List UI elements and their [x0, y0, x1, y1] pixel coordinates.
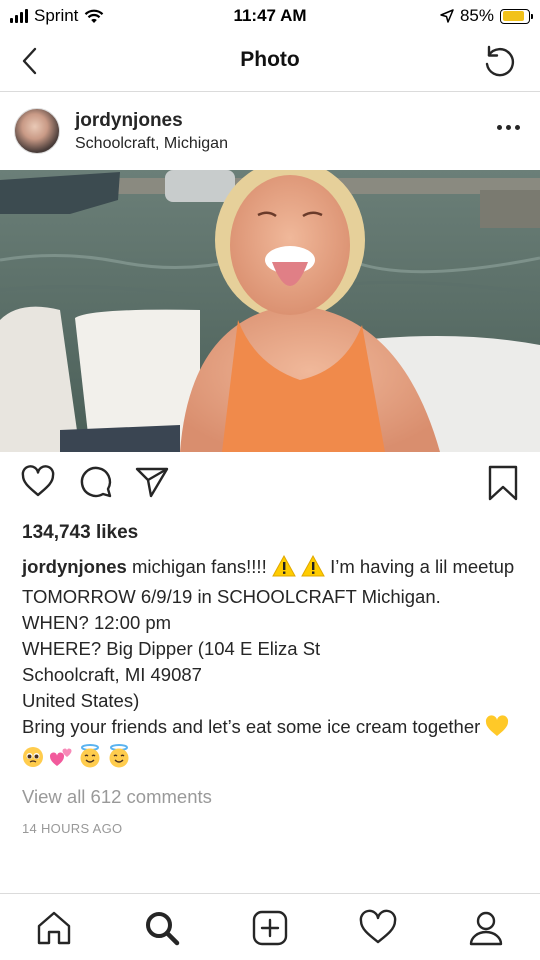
caption-closing: Bring your friends and let’s eat some ic…: [22, 716, 486, 737]
more-options-icon[interactable]: [497, 125, 520, 130]
warning-icon: [271, 554, 296, 584]
heart-icon[interactable]: [20, 464, 56, 500]
nav-bar: Photo: [0, 32, 540, 92]
add-icon[interactable]: [250, 908, 290, 948]
post-username[interactable]: jordynjones: [75, 110, 183, 132]
bookmark-icon[interactable]: [486, 464, 520, 502]
search-icon[interactable]: [142, 908, 182, 948]
caption-username[interactable]: jordynjones: [22, 556, 127, 577]
battery-icon: [500, 8, 533, 24]
status-bar: Sprint 11:47 AM 85%: [0, 0, 540, 32]
like-count[interactable]: 134,743 likes: [22, 522, 138, 544]
view-comments-link[interactable]: View all 612 comments: [22, 786, 212, 808]
two-hearts-icon: [49, 746, 73, 775]
comment-icon[interactable]: [78, 464, 114, 500]
caption-text-1: michigan fans!!!!: [126, 556, 272, 577]
post-caption: jordynjones michigan fans!!!! I’m having…: [22, 554, 522, 775]
warning-icon: [301, 554, 325, 584]
avatar[interactable]: [14, 108, 60, 154]
page-title: Photo: [240, 48, 300, 71]
caption-where: WHERE? Big Dipper (104 E Eliza St: [22, 638, 321, 659]
battery-level: [502, 11, 524, 21]
halo-face-icon: [107, 744, 131, 775]
post-timestamp: 14 HOURS AGO: [22, 821, 123, 836]
caption-when: WHEN? 12:00 pm: [22, 612, 172, 633]
pleading-face-icon: [22, 746, 44, 775]
caption-country: United States): [22, 690, 140, 711]
status-right: 85%: [440, 6, 533, 26]
post-location[interactable]: Schoolcraft, Michigan: [75, 135, 228, 153]
tab-bar: [0, 893, 540, 960]
post-photo[interactable]: [0, 170, 540, 452]
halo-face-icon: [78, 744, 102, 775]
profile-icon[interactable]: [466, 908, 506, 948]
refresh-icon[interactable]: [480, 42, 518, 80]
home-icon[interactable]: [34, 908, 74, 948]
caption-address: Schoolcraft, MI 49087: [22, 664, 202, 685]
post-header: jordynjones Schoolcraft, Michigan: [0, 93, 540, 170]
battery-percent: 85%: [459, 6, 494, 25]
location-arrow-icon: [440, 9, 454, 23]
post-actions: [0, 464, 540, 512]
post-photo-image: [0, 170, 540, 452]
yellow-heart-icon: [485, 715, 509, 744]
share-icon[interactable]: [134, 464, 170, 500]
activity-heart-icon[interactable]: [358, 908, 398, 948]
